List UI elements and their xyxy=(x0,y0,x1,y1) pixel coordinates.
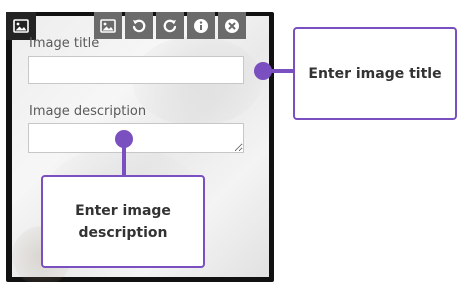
description-connector-dot xyxy=(115,130,133,148)
title-callout: Enter image title xyxy=(293,27,457,120)
description-callout: Enter image description xyxy=(41,175,205,268)
title-connector-dot xyxy=(254,62,272,80)
